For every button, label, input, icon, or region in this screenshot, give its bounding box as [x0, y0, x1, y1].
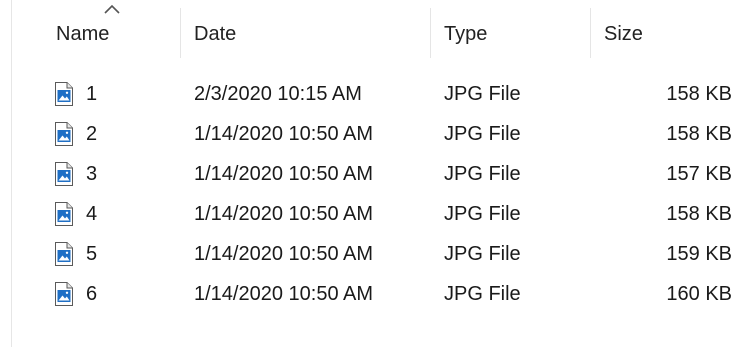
file-name: 4: [86, 203, 98, 225]
image-file-icon: [55, 162, 73, 186]
column-header-type-label: Type: [444, 22, 488, 45]
image-file-icon: [55, 282, 73, 306]
file-date: 1/14/2020 10:50 AM: [194, 243, 374, 265]
file-date: 2/3/2020 10:15 AM: [194, 83, 362, 105]
file-name-cell: 5: [54, 234, 97, 274]
file-name: 6: [86, 283, 98, 305]
file-row[interactable]: 3 1/14/2020 10:50 AM JPG File 157 KB: [12, 154, 742, 194]
file-type: JPG File: [444, 203, 521, 225]
file-name: 1: [86, 83, 98, 105]
file-type: JPG File: [444, 283, 521, 305]
image-file-icon: [55, 122, 73, 146]
column-header-name[interactable]: Name: [12, 0, 180, 66]
file-date: 1/14/2020 10:50 AM: [194, 123, 374, 145]
column-header-size-label: Size: [604, 22, 643, 45]
file-size: 160 KB: [666, 283, 732, 305]
chevron-up-icon: [104, 4, 120, 14]
file-name: 3: [86, 163, 98, 185]
file-name: 2: [86, 123, 98, 145]
file-name-cell: 6: [54, 274, 97, 314]
file-name-cell: 3: [54, 154, 97, 194]
file-row[interactable]: 6 1/14/2020 10:50 AM JPG File 160 KB: [12, 274, 742, 314]
file-type: JPG File: [444, 243, 521, 265]
file-size: 158 KB: [666, 83, 732, 105]
column-header-date-label: Date: [194, 22, 237, 45]
pane-left-edge: [0, 0, 12, 347]
file-list: 1 2/3/2020 10:15 AM JPG File 158 KB 2 1/14/20…: [12, 74, 742, 314]
column-header-date[interactable]: Date: [180, 0, 430, 66]
file-name-cell: 1: [54, 74, 97, 114]
image-file-icon: [55, 202, 73, 226]
file-size: 157 KB: [666, 163, 732, 185]
file-row[interactable]: 5 1/14/2020 10:50 AM JPG File 159 KB: [12, 234, 742, 274]
column-header-type[interactable]: Type: [430, 0, 590, 66]
image-file-icon: [55, 82, 73, 106]
image-file-icon: [55, 242, 73, 266]
file-name-cell: 4: [54, 194, 97, 234]
file-date: 1/14/2020 10:50 AM: [194, 283, 374, 305]
file-type: JPG File: [444, 83, 521, 105]
file-type: JPG File: [444, 123, 521, 145]
file-date: 1/14/2020 10:50 AM: [194, 203, 374, 225]
file-size: 158 KB: [666, 203, 732, 225]
file-row[interactable]: 4 1/14/2020 10:50 AM JPG File 158 KB: [12, 194, 742, 234]
file-row[interactable]: 2 1/14/2020 10:50 AM JPG File 158 KB: [12, 114, 742, 154]
column-header-bar: Name Date Type Size: [12, 0, 742, 66]
file-size: 159 KB: [666, 243, 732, 265]
file-date: 1/14/2020 10:50 AM: [194, 163, 374, 185]
column-header-name-label: Name: [56, 22, 110, 45]
column-header-size[interactable]: Size: [590, 0, 742, 66]
file-name-cell: 2: [54, 114, 97, 154]
file-name: 5: [86, 243, 98, 265]
file-type: JPG File: [444, 163, 521, 185]
file-size: 158 KB: [666, 123, 732, 145]
file-row[interactable]: 1 2/3/2020 10:15 AM JPG File 158 KB: [12, 74, 742, 114]
